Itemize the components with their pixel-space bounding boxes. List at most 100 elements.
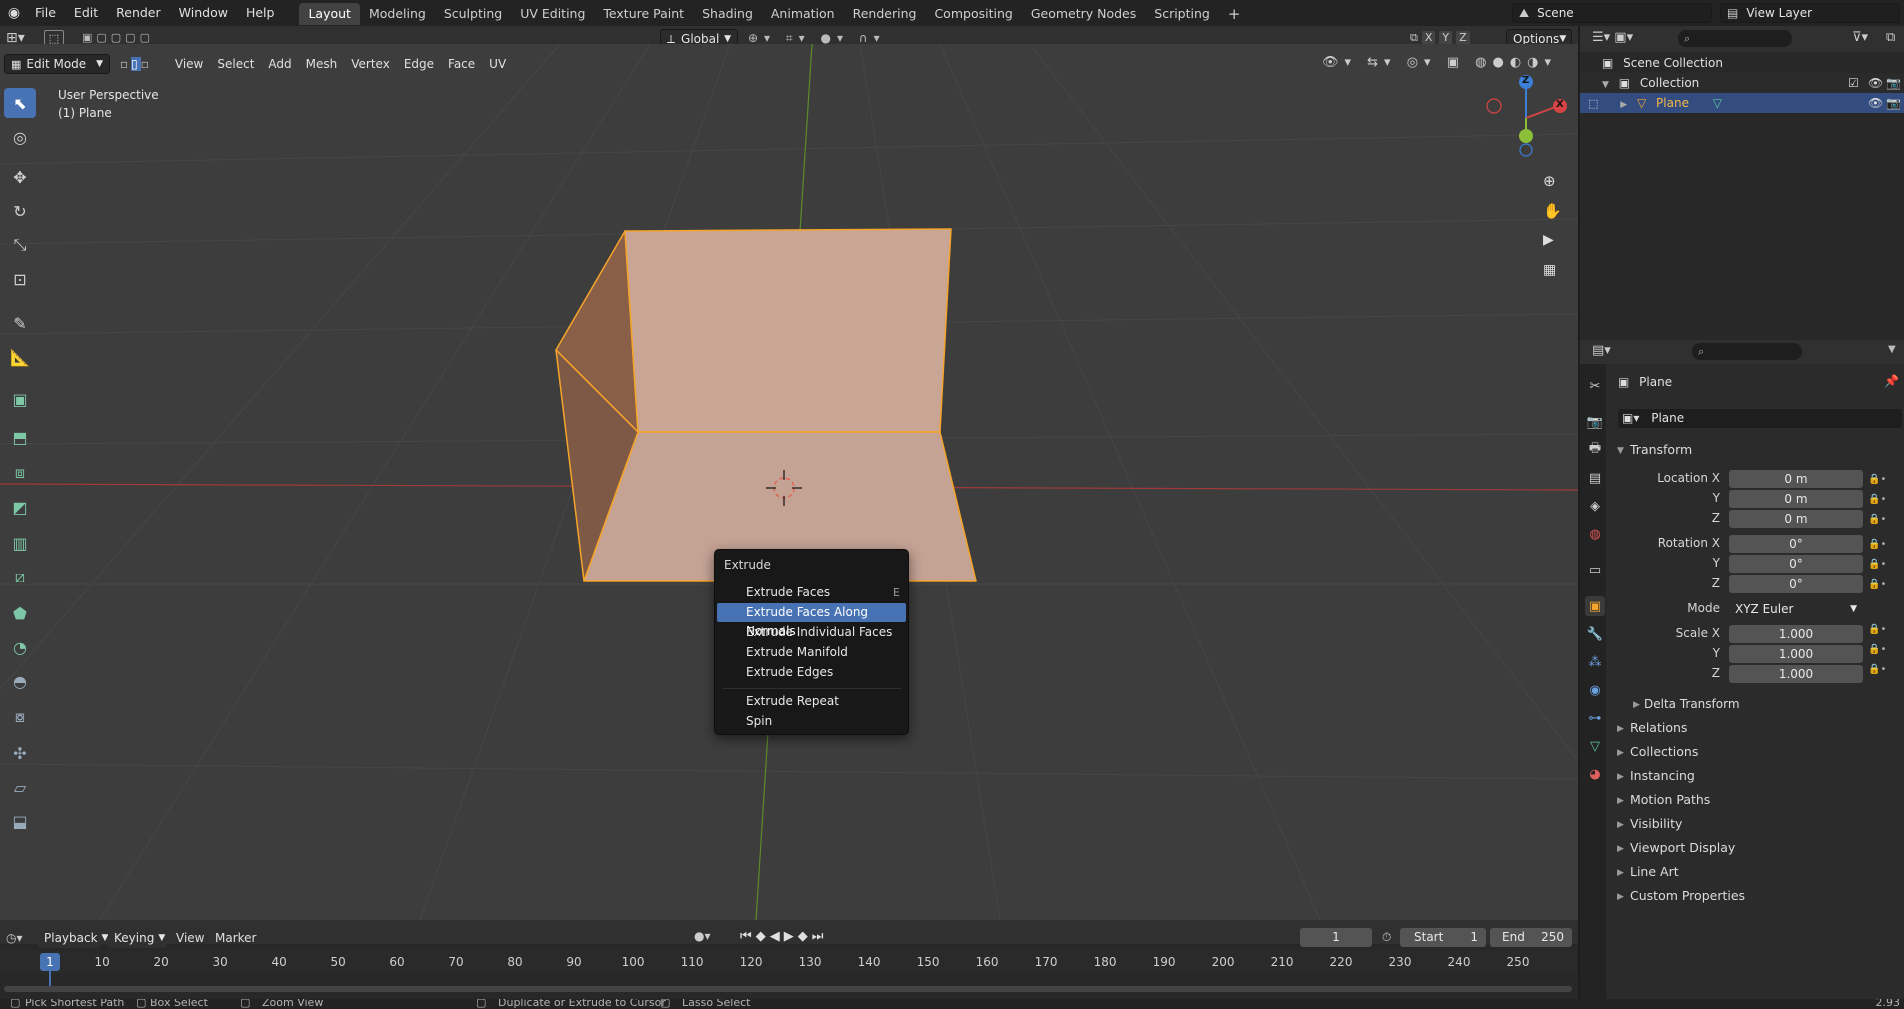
navigation-gizmo[interactable]: Z X: [1480, 74, 1570, 164]
add-workspace-button[interactable]: +: [1219, 3, 1250, 25]
tab-layout[interactable]: Layout: [299, 3, 360, 25]
move-tool[interactable]: ✥: [4, 162, 36, 192]
menu-edge[interactable]: Edge: [397, 57, 441, 71]
timeline-scrollbar[interactable]: [4, 986, 1572, 992]
measure-tool[interactable]: 📐: [4, 342, 36, 372]
menu-vertex[interactable]: Vertex: [344, 57, 397, 71]
rotation-mode-dropdown[interactable]: XYZ Euler ▼: [1729, 600, 1863, 618]
menu-item-extrude-faces[interactable]: Extrude Faces E: [717, 583, 906, 602]
new-collection-icon[interactable]: ⧉: [1886, 30, 1895, 45]
menu-edit[interactable]: Edit: [65, 0, 107, 26]
timeline-marker-menu[interactable]: Marker: [215, 931, 256, 945]
tab-animation[interactable]: Animation: [762, 3, 844, 25]
menu-item-extrude-edges[interactable]: Extrude Edges: [717, 663, 906, 682]
camera-icon[interactable]: 📷: [1886, 93, 1901, 113]
world-properties-tab[interactable]: ◍: [1585, 524, 1605, 544]
modifier-properties-tab[interactable]: 🔧: [1585, 624, 1605, 644]
tab-uv-editing[interactable]: UV Editing: [511, 3, 594, 25]
camera-icon[interactable]: 📷: [1886, 73, 1901, 93]
inset-tool[interactable]: ⧈: [4, 458, 36, 488]
timeline-editor-icon[interactable]: ◷▾: [6, 931, 23, 945]
scale-y-field[interactable]: 1.000: [1729, 645, 1863, 663]
timeline-view-menu[interactable]: View: [176, 931, 204, 945]
pin-icon[interactable]: 📌: [1884, 374, 1899, 388]
add-cube-tool[interactable]: ▣: [4, 384, 36, 414]
rip-tool[interactable]: ⬓: [4, 806, 36, 836]
shrink-tool[interactable]: ✣: [4, 738, 36, 768]
keying-dropdown[interactable]: Keying ▼: [108, 928, 166, 948]
menu-file[interactable]: File: [26, 0, 65, 26]
checkbox-icon[interactable]: ☑: [1848, 73, 1859, 93]
menu-face[interactable]: Face: [441, 57, 482, 71]
end-frame-field[interactable]: End 250: [1490, 928, 1572, 947]
menu-uv[interactable]: UV: [482, 57, 513, 71]
particle-properties-tab[interactable]: ⁂: [1585, 652, 1605, 672]
cursor-tool[interactable]: ◎: [4, 122, 36, 152]
menu-item-extrude-individual-faces[interactable]: Extrude Individual Faces: [717, 623, 906, 642]
lock-icons[interactable]: 🔒• 🔒• 🔒• 🔒• 🔒• 🔒• 🔒• 🔒• 🔒•: [1868, 470, 1886, 680]
edge-slide-tool[interactable]: ⧇: [4, 702, 36, 732]
camera-view-icon[interactable]: ▶: [1543, 232, 1554, 248]
menu-add[interactable]: Add: [261, 57, 298, 71]
outliner-row-collection[interactable]: ▼ ▣ Collection ☑ 👁 📷: [1580, 73, 1904, 93]
relations-panel-header[interactable]: Relations: [1630, 720, 1687, 735]
spin-tool[interactable]: ◔: [4, 632, 36, 662]
bevel-tool[interactable]: ◩: [4, 492, 36, 522]
visibility-panel-header[interactable]: Visibility: [1630, 816, 1682, 831]
scale-z-field[interactable]: 1.000: [1729, 665, 1863, 683]
tab-geometry-nodes[interactable]: Geometry Nodes: [1022, 3, 1145, 25]
menu-item-extrude-manifold[interactable]: Extrude Manifold: [717, 643, 906, 662]
playback-controls[interactable]: ⏮◆◀▶◆⏭: [740, 929, 827, 944]
extrude-tool[interactable]: ⬒: [4, 422, 36, 452]
outliner-search-input[interactable]: ⌕: [1678, 30, 1792, 47]
instancing-panel-header[interactable]: Instancing: [1630, 768, 1695, 783]
location-x-field[interactable]: 0 m: [1729, 470, 1863, 488]
custom-properties-panel-header[interactable]: Custom Properties: [1630, 888, 1745, 903]
playhead-marker[interactable]: 1: [40, 953, 60, 971]
smooth-tool[interactable]: ◓: [4, 666, 36, 696]
mirror-axes[interactable]: ⧉ X Y Z: [1410, 31, 1470, 45]
select-mode-toggle[interactable]: ▫▯▫: [120, 57, 152, 71]
start-frame-field[interactable]: Start 1: [1400, 928, 1486, 947]
tab-modeling[interactable]: Modeling: [360, 3, 435, 25]
filter-icon[interactable]: ⊽▾: [1852, 30, 1868, 45]
menu-select[interactable]: Select: [210, 57, 261, 71]
delta-transform-panel-header[interactable]: Delta Transform: [1644, 697, 1740, 711]
menu-window[interactable]: Window: [170, 0, 237, 26]
axis-z-toggle[interactable]: Z: [1456, 31, 1470, 45]
scale-tool[interactable]: ⤡: [4, 230, 36, 260]
axis-y-toggle[interactable]: Y: [1439, 31, 1453, 45]
object-name-field[interactable]: ▣▾ Plane: [1618, 409, 1902, 428]
tool-properties-tab[interactable]: ✂: [1585, 376, 1605, 396]
object-properties-tab[interactable]: ▣: [1585, 596, 1605, 616]
menu-mesh[interactable]: Mesh: [299, 57, 345, 71]
outliner-row-scene-collection[interactable]: ▣ Scene Collection: [1580, 53, 1904, 73]
transform-tool[interactable]: ⊡: [4, 264, 36, 294]
ortho-grid-icon[interactable]: ▦: [1543, 262, 1556, 278]
rotation-y-field[interactable]: 0°: [1729, 555, 1863, 573]
tab-shading[interactable]: Shading: [693, 3, 762, 25]
zoom-icon[interactable]: ⊕: [1543, 172, 1556, 190]
select-mode-icons[interactable]: ▣▢▢▢▢: [82, 31, 154, 44]
viewport-display-panel-header[interactable]: Viewport Display: [1630, 840, 1735, 855]
rotate-tool[interactable]: ↻: [4, 196, 36, 226]
outliner-row-plane[interactable]: ⬚ ▶ ▽ Plane ▽ 👁 📷: [1580, 93, 1904, 113]
outliner-display-icon[interactable]: ☰▾ ▣▾: [1592, 30, 1633, 45]
menu-item-extrude-repeat[interactable]: Extrude Repeat: [717, 692, 906, 711]
rotation-x-field[interactable]: 0°: [1729, 535, 1863, 553]
menu-help[interactable]: Help: [237, 0, 284, 26]
transform-panel-header[interactable]: Transform: [1630, 442, 1692, 457]
collections-panel-header[interactable]: Collections: [1630, 744, 1698, 759]
scene-properties-tab[interactable]: ◈: [1585, 496, 1605, 516]
mode-dropdown[interactable]: ▦ Edit Mode ▼: [4, 54, 110, 74]
chevron-down-icon[interactable]: ▼: [1888, 344, 1896, 355]
axis-x-toggle[interactable]: X: [1421, 31, 1436, 45]
properties-search-input[interactable]: ⌕: [1692, 343, 1802, 360]
clock-icon[interactable]: ⏱: [1382, 930, 1391, 945]
menu-item-extrude-faces-along-normals[interactable]: Extrude Faces Along Normals: [717, 603, 906, 638]
output-properties-tab[interactable]: 🖶: [1585, 440, 1605, 460]
menu-item-spin[interactable]: Spin: [717, 712, 906, 731]
location-y-field[interactable]: 0 m: [1729, 490, 1863, 508]
pan-hand-icon[interactable]: ✋: [1543, 202, 1562, 220]
view-layer-properties-tab[interactable]: ▤: [1585, 468, 1605, 488]
